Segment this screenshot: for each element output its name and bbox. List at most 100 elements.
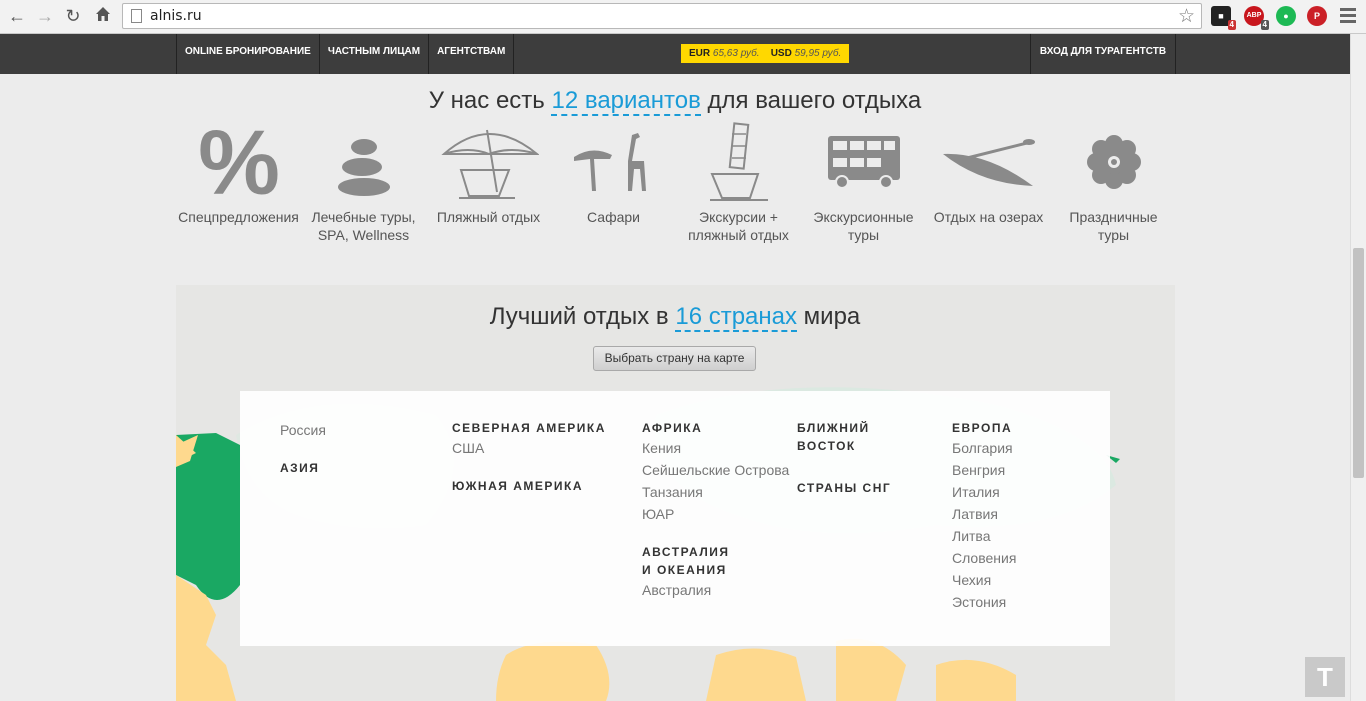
country-seychelles[interactable]: Сейшельские Острова: [642, 459, 789, 481]
region-north-america[interactable]: СЕВЕРНАЯ АМЕРИКА: [452, 419, 606, 437]
extension-badge: 4: [1227, 20, 1236, 30]
countries-heading: Лучший отдых в 16 странах мира: [0, 303, 1350, 332]
variants-heading: У нас есть 12 вариантов для вашего отдых…: [0, 87, 1350, 116]
svg-text:%: %: [198, 122, 280, 202]
category-label-line2: пляжный отдых: [688, 227, 789, 243]
region-asia[interactable]: АЗИЯ: [280, 459, 326, 477]
country-lithuania[interactable]: Литва: [952, 525, 1016, 547]
variants-heading-after: для вашего отдыха: [707, 87, 922, 114]
category-label-line2: туры: [1097, 227, 1130, 243]
country-australia[interactable]: Австралия: [642, 579, 789, 601]
beach-umbrella-icon: [426, 120, 551, 204]
pinterest-icon[interactable]: P: [1307, 6, 1327, 26]
column-near-east-cis: БЛИЖНИЙ ВОСТОК СТРАНЫ СНГ: [797, 419, 891, 497]
countries-count-link[interactable]: 16 странах: [675, 303, 797, 332]
page-scrollbar[interactable]: [1350, 34, 1366, 701]
column-russia-asia: Россия АЗИЯ: [280, 419, 326, 477]
forward-arrow-icon[interactable]: →: [34, 5, 56, 27]
column-europe: ЕВРОПА Болгария Венгрия Италия Латвия Ли…: [952, 419, 1016, 613]
choose-country-on-map-button[interactable]: Выбрать страну на карте: [593, 346, 756, 371]
back-arrow-icon[interactable]: ←: [6, 5, 28, 27]
site-topbar: ONLINE БРОНИРОВАНИЕ ЧАСТНЫМ ЛИЦАМ АГЕНТС…: [0, 34, 1350, 74]
nav-online-booking[interactable]: ONLINE БРОНИРОВАНИЕ: [176, 34, 319, 74]
region-cis[interactable]: СТРАНЫ СНГ: [797, 479, 891, 497]
category-label: Праздничные: [1069, 209, 1158, 225]
reload-icon[interactable]: ↻: [62, 5, 84, 27]
eur-rate: 65,63 руб.: [712, 48, 760, 59]
double-decker-bus-icon: [801, 120, 926, 204]
adblock-label: ABP: [1246, 12, 1262, 19]
grammarly-icon[interactable]: ●: [1276, 6, 1296, 26]
column-africa-australia: АФРИКА Кения Сейшельские Острова Танзани…: [642, 419, 789, 601]
usd-rate: 59,95 руб.: [794, 48, 842, 59]
countries-heading-after: мира: [803, 303, 861, 330]
country-estonia[interactable]: Эстония: [952, 591, 1016, 613]
country-list-panel: Россия АЗИЯ СЕВЕРНАЯ АМЕРИКА США ЮЖНАЯ А…: [240, 391, 1110, 646]
nav-private-persons[interactable]: ЧАСТНЫМ ЛИЦАМ: [318, 34, 428, 74]
category-list: % Спецпредложения Лечебные туры, SPA, Wel…: [176, 120, 1176, 250]
scroll-to-top-button[interactable]: T: [1305, 657, 1345, 697]
category-excursion-beach[interactable]: Экскурсии + пляжный отдых: [676, 120, 801, 250]
category-label: Экскурсионные: [813, 209, 914, 225]
category-safari[interactable]: Сафари: [551, 120, 676, 250]
category-label: Экскурсии +: [699, 209, 778, 225]
usd-label: USD: [770, 48, 792, 59]
category-special-offers[interactable]: % Спецпредложения: [176, 120, 301, 250]
category-spa[interactable]: Лечебные туры, SPA, Wellness: [301, 120, 426, 250]
variants-heading-before: У нас есть: [428, 87, 545, 114]
nav-agencies[interactable]: АГЕНТСТВАМ: [428, 34, 515, 74]
region-australia-line2: И ОКЕАНИЯ: [642, 563, 727, 577]
region-south-america[interactable]: ЮЖНАЯ АМЕРИКА: [452, 477, 606, 495]
variants-count-link[interactable]: 12 вариантов: [551, 87, 701, 116]
canoe-icon: [926, 120, 1051, 204]
region-near-east-line1: БЛИЖНИЙ: [797, 421, 870, 435]
safari-giraffe-icon: [551, 120, 676, 204]
url-text[interactable]: alnis.ru: [150, 8, 202, 24]
category-lakes[interactable]: Отдых на озерах: [926, 120, 1051, 250]
page-icon: [131, 9, 142, 23]
browser-toolbar: ← → ↻ alnis.ru ☆ ■ 4 ABP 4 ● P: [0, 0, 1366, 34]
category-label: Пляжный отдых: [436, 209, 541, 225]
region-australia-oceania[interactable]: АВСТРАЛИЯ И ОКЕАНИЯ: [642, 543, 789, 579]
scrollbar-thumb[interactable]: [1353, 248, 1364, 478]
country-latvia[interactable]: Латвия: [952, 503, 1016, 525]
top-navigation: ONLINE БРОНИРОВАНИЕ ЧАСТНЫМ ЛИЦАМ АГЕНТС…: [176, 34, 515, 74]
country-tanzania[interactable]: Танзания: [642, 481, 789, 503]
spa-stones-icon: [301, 120, 426, 204]
home-icon[interactable]: [92, 5, 114, 27]
bookmark-star-icon[interactable]: ☆: [1178, 5, 1195, 28]
agent-login-link[interactable]: ВХОД ДЛЯ ТУРАГЕНТСТВ: [1030, 34, 1176, 74]
flower-icon: [1051, 120, 1176, 204]
country-italy[interactable]: Италия: [952, 481, 1016, 503]
country-bulgaria[interactable]: Болгария: [952, 437, 1016, 459]
region-australia-line1: АВСТРАЛИЯ: [642, 545, 730, 559]
column-americas: СЕВЕРНАЯ АМЕРИКА США ЮЖНАЯ АМЕРИКА: [452, 419, 606, 495]
category-holiday[interactable]: Праздничные туры: [1051, 120, 1176, 250]
country-slovenia[interactable]: Словения: [952, 547, 1016, 569]
country-south-africa[interactable]: ЮАР: [642, 503, 789, 525]
country-czech[interactable]: Чехия: [952, 569, 1016, 591]
currency-rates: EUR 65,63 руб. USD 59,95 руб.: [681, 44, 850, 63]
country-russia[interactable]: Россия: [280, 419, 326, 441]
extension-icon[interactable]: ■ 4: [1211, 6, 1236, 30]
category-excursion-tours[interactable]: Экскурсионные туры: [801, 120, 926, 250]
percent-icon: %: [176, 120, 301, 204]
country-usa[interactable]: США: [452, 437, 606, 459]
region-europe[interactable]: ЕВРОПА: [952, 419, 1016, 437]
category-label: Спецпредложения: [178, 209, 299, 225]
region-near-east[interactable]: БЛИЖНИЙ ВОСТОК: [797, 419, 891, 455]
address-bar[interactable]: alnis.ru ☆: [122, 3, 1202, 29]
country-hungary[interactable]: Венгрия: [952, 459, 1016, 481]
category-label: Лечебные туры,: [311, 209, 416, 225]
category-label-line2: туры: [847, 227, 880, 243]
region-africa[interactable]: АФРИКА: [642, 419, 789, 437]
category-label-line2: SPA, Wellness: [317, 227, 410, 243]
category-label: Отдых на озерах: [933, 209, 1044, 225]
chrome-menu-icon[interactable]: [1340, 8, 1356, 26]
adblock-plus-icon[interactable]: ABP 4: [1244, 6, 1269, 30]
countries-heading-before: Лучший отдых в: [489, 303, 669, 330]
category-label: Сафари: [587, 209, 640, 225]
category-beach[interactable]: Пляжный отдых: [426, 120, 551, 250]
adblock-badge: 4: [1260, 20, 1269, 30]
country-kenya[interactable]: Кения: [642, 437, 789, 459]
